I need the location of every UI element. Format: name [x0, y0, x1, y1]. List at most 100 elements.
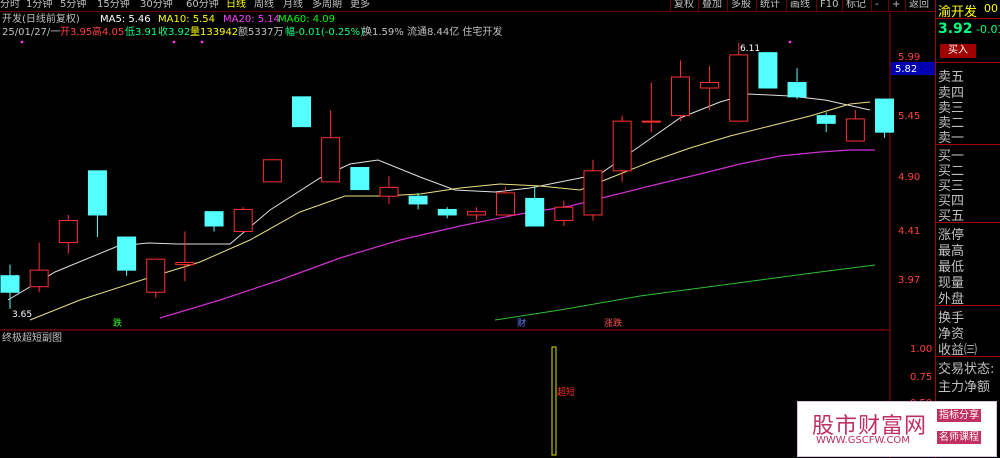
divider: [936, 305, 1000, 306]
turnover-label: 换1.59% 流通8.44亿 住宅开发: [362, 25, 502, 38]
divider: [936, 62, 1000, 63]
candle-body: [525, 197, 545, 227]
current-price-tag: 5.82: [895, 64, 917, 75]
multi-stock-button[interactable]: 多股: [727, 0, 751, 11]
candle-body: [0, 275, 20, 293]
candle-body: [292, 96, 311, 128]
candle-body: [117, 236, 137, 271]
high-label: 高4.05: [92, 25, 124, 38]
high-price-annotation: 6.11: [740, 44, 760, 54]
divider: [936, 356, 1000, 357]
overlay-button[interactable]: 叠加: [698, 0, 722, 11]
amount-label: 额5337万: [238, 25, 283, 38]
period-tab-daily[interactable]: 日线: [226, 0, 246, 11]
quote-panel: 渝开发 00 3.92 -0.01 买入 卖五 卖四 卖三 卖二 卖一 买一 买…: [935, 0, 1000, 458]
ma60-label: MA60: 4.09: [278, 14, 335, 25]
ma20-label: MA20: 5.14: [223, 14, 280, 25]
period-tab-intraday[interactable]: 分时: [0, 0, 20, 11]
period-tab-15min[interactable]: 15分钟: [97, 0, 130, 11]
ma5-label: MA5: 5.46: [100, 14, 151, 25]
watermark-url: WWW.GSCFW.COM: [816, 435, 910, 446]
period-tab-monthly[interactable]: 月线: [283, 0, 303, 11]
candle-body: [729, 54, 749, 122]
change-label: 幅-0.01(-0.25%): [285, 25, 364, 38]
open-label: 开3.95: [60, 27, 92, 38]
period-tab-30min[interactable]: 30分钟: [140, 0, 173, 11]
candle-body: [787, 81, 807, 98]
ma10-label: MA10: 5.54: [158, 14, 215, 25]
ma5-line: [7, 93, 871, 301]
candle-body: [321, 137, 341, 183]
divider: [936, 18, 1000, 19]
low-label: 低3.91: [125, 25, 157, 38]
sub-axis-tick: 0.75: [910, 372, 932, 383]
event-mark-finance: 财: [517, 317, 526, 329]
candle-body: [466, 211, 486, 216]
candle-body: [670, 76, 690, 117]
kline-chart[interactable]: 开发(日线前复权) MA5: 5.46 MA10: 5.54 MA20: 5.1…: [0, 12, 935, 458]
candle-body: [612, 120, 632, 172]
trade-status-label: 交易状态:: [938, 362, 995, 377]
f10-button[interactable]: F10: [816, 0, 838, 11]
buy-button[interactable]: 买入: [940, 44, 976, 58]
period-toolbar: 分时 1分钟 5分钟 15分钟 30分钟 60分钟 日线 周线 月线 多周期 更…: [0, 0, 935, 12]
main-net-label: 主力净额: [938, 380, 991, 395]
close-label: 收3.92: [158, 25, 190, 38]
watermark-tag-indicators: 指标分享: [937, 409, 981, 422]
candle-body: [408, 195, 428, 205]
period-tab-multi[interactable]: 多周期: [312, 0, 342, 11]
candle-body: [437, 208, 457, 216]
low-price-annotation: 3.65: [12, 310, 32, 320]
marker-dot: [200, 40, 204, 44]
adjust-button[interactable]: 复权: [670, 0, 694, 11]
price-tick: 4.41: [898, 226, 920, 237]
draw-button[interactable]: 画线: [786, 0, 810, 11]
marker-dot: [172, 40, 176, 44]
candle-body: [845, 118, 865, 142]
divider: [936, 222, 1000, 223]
site-watermark: 股市财富网 WWW.GSCFW.COM 指标分享 名师课程: [797, 401, 997, 457]
period-tab-weekly[interactable]: 周线: [254, 0, 274, 11]
date-label: 25/01/27/一: [2, 27, 60, 38]
candle-body: [816, 115, 836, 124]
price-tick: 4.90: [898, 172, 920, 183]
period-tab-60min[interactable]: 60分钟: [186, 0, 219, 11]
candles-group: [0, 42, 894, 309]
candle-body: [204, 211, 224, 227]
candle-body: [758, 52, 778, 89]
stats-button[interactable]: 统计: [756, 0, 780, 11]
last-price: 3.92: [938, 21, 973, 37]
signal-bar: [551, 346, 557, 456]
marker-dot: [20, 40, 24, 44]
candle-body: [700, 81, 720, 89]
back-button[interactable]: 返回: [905, 0, 929, 11]
marker-dot: [788, 40, 792, 44]
zoom-out-button[interactable]: -: [871, 0, 879, 11]
candle-body: [233, 208, 253, 233]
candle-body: [496, 192, 516, 216]
period-tab-more[interactable]: 更多: [350, 0, 370, 11]
candle-body: [87, 170, 107, 216]
mark-button[interactable]: 标记: [842, 0, 866, 11]
sub-axis-tick: 1.00: [910, 344, 932, 355]
candle-body: [641, 120, 661, 123]
price-axis: 5.99 5.45 4.90 4.41 3.97: [898, 52, 920, 286]
event-mark-limit: 涨跌: [604, 318, 622, 329]
event-mark-drop: 跌: [113, 318, 122, 329]
candle-body: [175, 261, 195, 266]
sub-panel-title: 终极超短副图: [2, 331, 62, 344]
period-tab-1min[interactable]: 1分钟: [26, 0, 52, 11]
zoom-in-button[interactable]: +: [888, 0, 900, 11]
volume-label: 量133942: [190, 26, 238, 38]
signal-label: 超短: [557, 386, 575, 398]
price-tick: 5.45: [898, 111, 920, 122]
candle-body: [379, 186, 399, 197]
candle-body: [583, 170, 603, 216]
chart-title: 开发(日线前复权): [2, 12, 80, 25]
candle-body: [350, 167, 370, 191]
candle-body: [554, 206, 574, 221]
stock-code: 00: [984, 2, 998, 15]
candle-body: [875, 98, 894, 133]
period-tab-5min[interactable]: 5分钟: [60, 0, 86, 11]
candle-body: [58, 219, 78, 244]
